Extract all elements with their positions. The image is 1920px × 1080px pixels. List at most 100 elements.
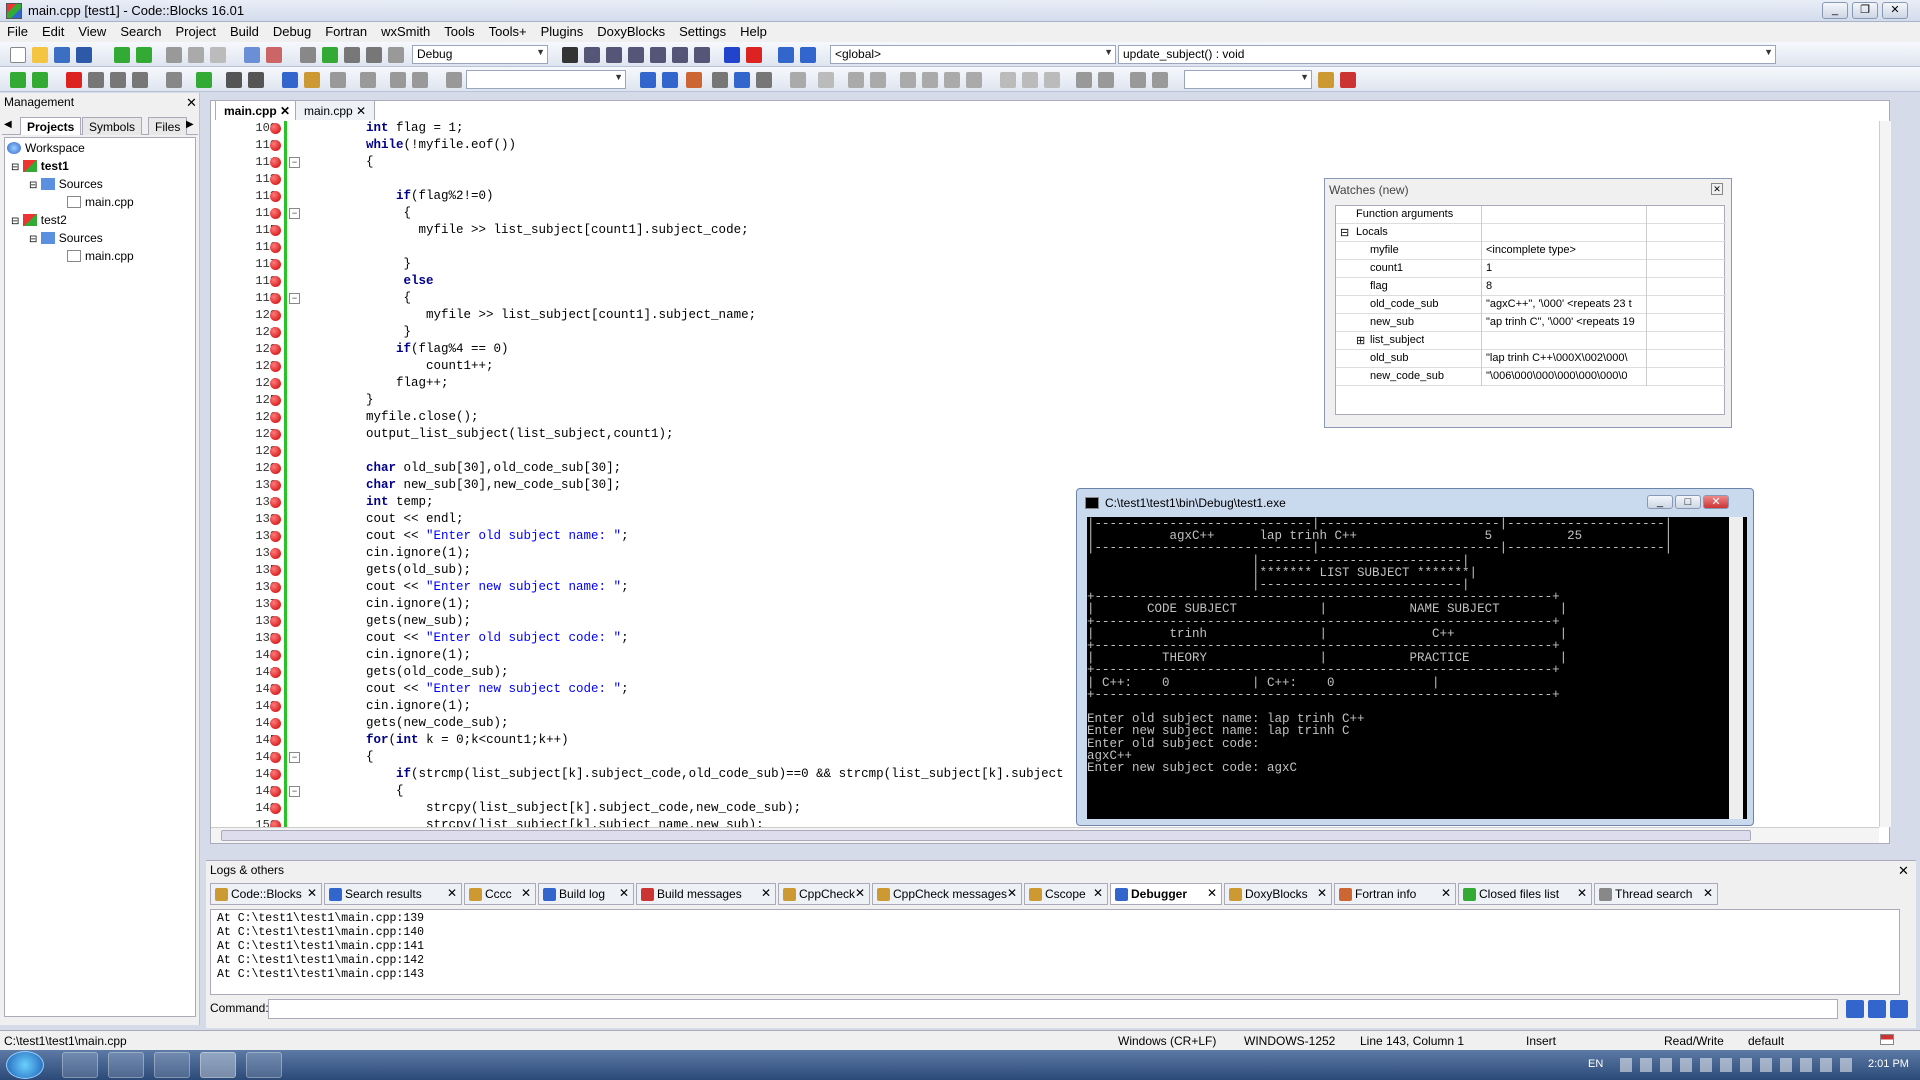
logs-tab-cccc[interactable]: Cccc ✕ — [464, 883, 536, 905]
breakpoint-icon[interactable] — [270, 582, 281, 593]
breakpoint-icon[interactable] — [270, 786, 281, 797]
breakpoint-icon[interactable] — [270, 531, 281, 542]
breakpoint-icon[interactable] — [270, 140, 281, 151]
code-line[interactable]: cin.ignore(1); — [336, 597, 471, 611]
settings-icon[interactable] — [330, 72, 346, 88]
image-icon[interactable] — [848, 72, 864, 88]
code-line[interactable]: strcpy(list_subject[k].subject_name,new_… — [336, 818, 764, 827]
select-icon[interactable] — [712, 72, 728, 88]
tray-icons[interactable] — [1620, 1058, 1860, 1072]
watch-row[interactable]: old_code_sub "agxC++", '\000' <repeats 23… — [1336, 296, 1726, 314]
menu-debug[interactable]: Debug — [266, 22, 318, 41]
fold-icon[interactable]: − — [289, 293, 300, 304]
console-output[interactable]: |-----------------------------|---------… — [1087, 517, 1747, 819]
debug-info-icon[interactable] — [800, 47, 816, 63]
scope-select[interactable]: <global> ▼ — [830, 45, 1116, 64]
breakpoint-icon[interactable] — [270, 276, 281, 287]
code-line[interactable]: myfile >> list_subject[count1].subject_c… — [336, 223, 749, 237]
code-line[interactable]: if(flag%4 == 0) — [336, 342, 509, 356]
collapse-icon[interactable]: ⊟ — [29, 234, 37, 245]
menu-build[interactable]: Build — [223, 22, 266, 41]
code-line[interactable]: cout << "Enter old subject code: "; — [336, 631, 629, 645]
zoom-out-icon[interactable] — [1098, 72, 1114, 88]
menu-tools[interactable]: Tools — [437, 22, 481, 41]
menu-tools-plus[interactable]: Tools+ — [482, 22, 534, 41]
close-icon[interactable]: ✕ — [1007, 886, 1017, 900]
command-input[interactable] — [268, 999, 1838, 1019]
code-line[interactable]: } — [336, 257, 412, 271]
close-icon[interactable]: ✕ — [1898, 863, 1909, 879]
replace-icon[interactable] — [266, 47, 282, 63]
close-icon[interactable]: ✕ — [356, 104, 366, 118]
start-button[interactable] — [6, 1051, 44, 1079]
breakpoint-icon[interactable] — [270, 361, 281, 372]
code-line[interactable]: count1++; — [336, 359, 494, 373]
scrollbar-thumb[interactable] — [221, 830, 1751, 841]
s-icon[interactable] — [1130, 72, 1146, 88]
logs-tab-closed-files-list[interactable]: Closed files list ✕ — [1458, 883, 1592, 905]
breakpoint-icon[interactable] — [270, 480, 281, 491]
next-icon[interactable] — [662, 72, 678, 88]
run-to-cursor-icon[interactable] — [584, 47, 600, 63]
code-line[interactable]: for(int k = 0;k<count1;k++) — [336, 733, 569, 747]
watch-row[interactable]: Function arguments — [1336, 206, 1726, 224]
close-icon[interactable]: ✕ — [280, 104, 290, 118]
code-line[interactable]: if(strcmp(list_subject[k].subject_code,o… — [336, 767, 1064, 781]
font-icon[interactable] — [734, 72, 750, 88]
tree-sources-test2[interactable]: ⊟ Sources — [29, 231, 103, 245]
frame-icon[interactable] — [870, 72, 886, 88]
logs-tab-cppcheck-messages[interactable]: CppCheck messages ✕ — [872, 883, 1022, 905]
line-comment-icon[interactable] — [248, 72, 264, 88]
tree-project-test2[interactable]: ⊟ test2 — [11, 213, 67, 227]
breakpoint-icon[interactable] — [270, 446, 281, 457]
block-comment-icon[interactable] — [226, 72, 242, 88]
send-command-icon[interactable] — [1846, 1000, 1864, 1018]
chrome-icon[interactable] — [154, 1052, 190, 1078]
fold-icon[interactable]: − — [289, 208, 300, 219]
widget-icon[interactable] — [900, 72, 916, 88]
code-line[interactable]: while(!myfile.eof()) — [336, 138, 516, 152]
menu-view[interactable]: View — [71, 22, 113, 41]
close-icon[interactable]: ✕ — [307, 886, 317, 900]
close-icon[interactable]: ✕ — [1711, 183, 1723, 195]
run-icon[interactable] — [322, 47, 338, 63]
jump-back-icon[interactable] — [10, 72, 26, 88]
breakpoint-icon[interactable] — [270, 157, 281, 168]
code-line[interactable]: cin.ignore(1); — [336, 648, 471, 662]
highlight-icon[interactable] — [686, 72, 702, 88]
collapse-icon[interactable]: ⊟ — [29, 180, 37, 191]
restore-button[interactable]: ❐ — [1852, 2, 1878, 19]
stop-debugger-icon[interactable] — [746, 47, 762, 63]
close-icon[interactable]: ✕ — [619, 886, 629, 900]
paste-icon[interactable] — [210, 47, 226, 63]
cut-icon[interactable] — [166, 47, 182, 63]
incremental-search-input[interactable]: ▼ — [1184, 70, 1312, 89]
code-line[interactable]: strcpy(list_subject[k].subject_code,new_… — [336, 801, 801, 815]
language-indicator[interactable]: EN — [1588, 1058, 1603, 1070]
debug-continue-icon[interactable] — [562, 47, 578, 63]
breakpoint-icon[interactable] — [270, 293, 281, 304]
abort-icon[interactable] — [388, 47, 404, 63]
close-icon[interactable]: ✕ — [447, 886, 457, 900]
bookmark-icon[interactable] — [66, 72, 82, 88]
breakpoint-icon[interactable] — [270, 191, 281, 202]
tree-file-main-cpp[interactable]: main.cpp — [67, 195, 134, 209]
logs-tab-build-messages[interactable]: Build messages ✕ — [636, 883, 776, 905]
zoom-in-icon[interactable] — [1076, 72, 1092, 88]
close-icon[interactable]: ✕ — [1317, 886, 1327, 900]
breakpoint-icon[interactable] — [270, 718, 281, 729]
codeblocks-taskbar-icon[interactable] — [200, 1052, 236, 1078]
box2-icon[interactable] — [1022, 72, 1038, 88]
new-file-icon[interactable] — [10, 47, 26, 63]
tab-projects[interactable]: Projects — [20, 117, 82, 135]
code-line[interactable]: int temp; — [336, 495, 434, 509]
save-icon[interactable] — [54, 47, 70, 63]
breakpoint-icon[interactable] — [270, 208, 281, 219]
logs-tab-code-blocks[interactable]: Code::Blocks ✕ — [210, 883, 322, 905]
close-button[interactable]: ✕ — [1882, 2, 1908, 19]
clear-log-icon[interactable] — [1890, 1000, 1908, 1018]
close-icon[interactable]: ✕ — [1093, 886, 1103, 900]
menu-edit[interactable]: Edit — [35, 22, 71, 41]
breakpoint-icon[interactable] — [270, 429, 281, 440]
clock[interactable]: 2:01 PM — [1868, 1058, 1909, 1070]
